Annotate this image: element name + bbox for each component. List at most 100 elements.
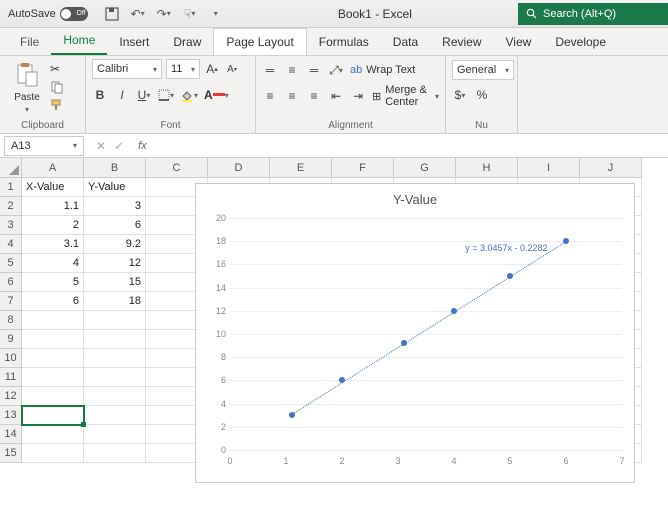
row-header[interactable]: 3 [0,216,22,235]
cell[interactable]: 9.2 [84,235,146,254]
column-header[interactable]: G [394,158,456,178]
format-painter-icon[interactable] [50,98,64,112]
cell[interactable]: 15 [84,273,146,292]
cell[interactable] [84,387,146,406]
name-box[interactable]: A13▾ [4,136,84,156]
currency-icon[interactable]: $▾ [452,86,468,104]
cell[interactable] [22,330,84,349]
cell[interactable] [22,425,84,444]
wrap-text-button[interactable]: abWrap Text [350,60,415,80]
column-header[interactable]: C [146,158,208,178]
row-header[interactable]: 7 [0,292,22,311]
underline-button[interactable]: U▾ [136,86,152,104]
cell[interactable] [22,368,84,387]
formula-input[interactable] [153,134,668,157]
enter-icon[interactable]: ✓ [114,139,124,153]
cell[interactable] [84,349,146,368]
row-header[interactable]: 11 [0,368,22,387]
row-header[interactable]: 6 [0,273,22,292]
row-header[interactable]: 9 [0,330,22,349]
column-header[interactable]: I [518,158,580,178]
tab-data[interactable]: Data [381,29,430,55]
qat-customize-icon[interactable]: ▾ [208,6,224,22]
embedded-chart[interactable]: Y-Value 0246810121416182001234567y = 3.0… [195,183,635,483]
column-header[interactable]: F [332,158,394,178]
percent-icon[interactable]: % [474,86,490,104]
cell[interactable]: 3.1 [22,235,84,254]
row-header[interactable]: 8 [0,311,22,330]
cell[interactable]: 1.1 [22,197,84,216]
row-header[interactable]: 12 [0,387,22,406]
tab-developer[interactable]: Develope [543,29,618,55]
column-header[interactable]: E [270,158,332,178]
merge-center-button[interactable]: ⊞Merge & Center▾ [372,86,439,106]
tab-page-layout[interactable]: Page Layout [213,28,306,55]
cell[interactable]: 12 [84,254,146,273]
border-icon[interactable]: ▾ [158,86,174,104]
tab-view[interactable]: View [494,29,544,55]
cell[interactable] [22,387,84,406]
cell[interactable]: 6 [84,216,146,235]
column-header[interactable]: J [580,158,642,178]
cell[interactable] [84,330,146,349]
cell[interactable]: 3 [84,197,146,216]
tab-review[interactable]: Review [430,29,493,55]
row-header[interactable]: 1 [0,178,22,197]
cell[interactable]: 2 [22,216,84,235]
cell[interactable]: 18 [84,292,146,311]
select-all-corner[interactable] [0,158,22,178]
row-header[interactable]: 14 [0,425,22,444]
cell[interactable] [84,425,146,444]
row-header[interactable]: 10 [0,349,22,368]
align-right-icon[interactable]: ≡ [306,87,322,105]
worksheet-grid[interactable]: ABCDEFGHIJ 123456789101112131415 X-Value… [0,158,668,517]
align-bottom-icon[interactable]: ═ [306,61,322,79]
cell[interactable]: Y-Value [84,178,146,197]
save-icon[interactable] [104,6,120,22]
orientation-icon[interactable]: ⤢▾ [328,61,344,79]
tab-formulas[interactable]: Formulas [307,29,381,55]
column-header[interactable]: H [456,158,518,178]
search-box[interactable]: Search (Alt+Q) [518,3,668,25]
cell[interactable]: 6 [22,292,84,311]
cell[interactable] [22,406,84,425]
undo-icon[interactable]: ↶▾ [130,6,146,22]
row-header[interactable]: 15 [0,444,22,463]
align-top-icon[interactable]: ═ [262,61,278,79]
font-size-select[interactable]: 11▾ [166,59,200,79]
cell[interactable] [84,311,146,330]
row-header[interactable]: 5 [0,254,22,273]
row-header[interactable]: 4 [0,235,22,254]
font-color-icon[interactable]: A▾ [204,86,229,104]
cell[interactable] [84,368,146,387]
cancel-icon[interactable]: ✕ [96,139,106,153]
autosave-toggle[interactable]: AutoSave Off [0,7,96,21]
redo-icon[interactable]: ↷▾ [156,6,172,22]
cell[interactable] [84,444,146,463]
copy-icon[interactable] [50,80,64,94]
cut-icon[interactable]: ✂ [50,62,64,76]
increase-font-icon[interactable]: A▴ [204,60,220,78]
tab-draw[interactable]: Draw [161,29,213,55]
align-center-icon[interactable]: ≡ [284,87,300,105]
cell[interactable]: 4 [22,254,84,273]
align-middle-icon[interactable]: ≡ [284,61,300,79]
cell[interactable]: X-Value [22,178,84,197]
row-header[interactable]: 13 [0,406,22,425]
column-header[interactable]: A [22,158,84,178]
font-name-select[interactable]: Calibri▾ [92,59,162,79]
tab-file[interactable]: File [8,29,51,55]
number-format-select[interactable]: General▾ [452,60,514,80]
cell[interactable] [22,444,84,463]
row-header[interactable]: 2 [0,197,22,216]
column-header[interactable]: B [84,158,146,178]
italic-button[interactable]: I [114,86,130,104]
align-left-icon[interactable]: ≡ [262,87,278,105]
cell[interactable] [84,406,146,425]
cell[interactable] [22,311,84,330]
cell[interactable]: 5 [22,273,84,292]
fx-icon[interactable]: fx [132,140,153,152]
cell[interactable] [22,349,84,368]
column-header[interactable]: D [208,158,270,178]
indent-increase-icon[interactable]: ⇥ [350,87,366,105]
